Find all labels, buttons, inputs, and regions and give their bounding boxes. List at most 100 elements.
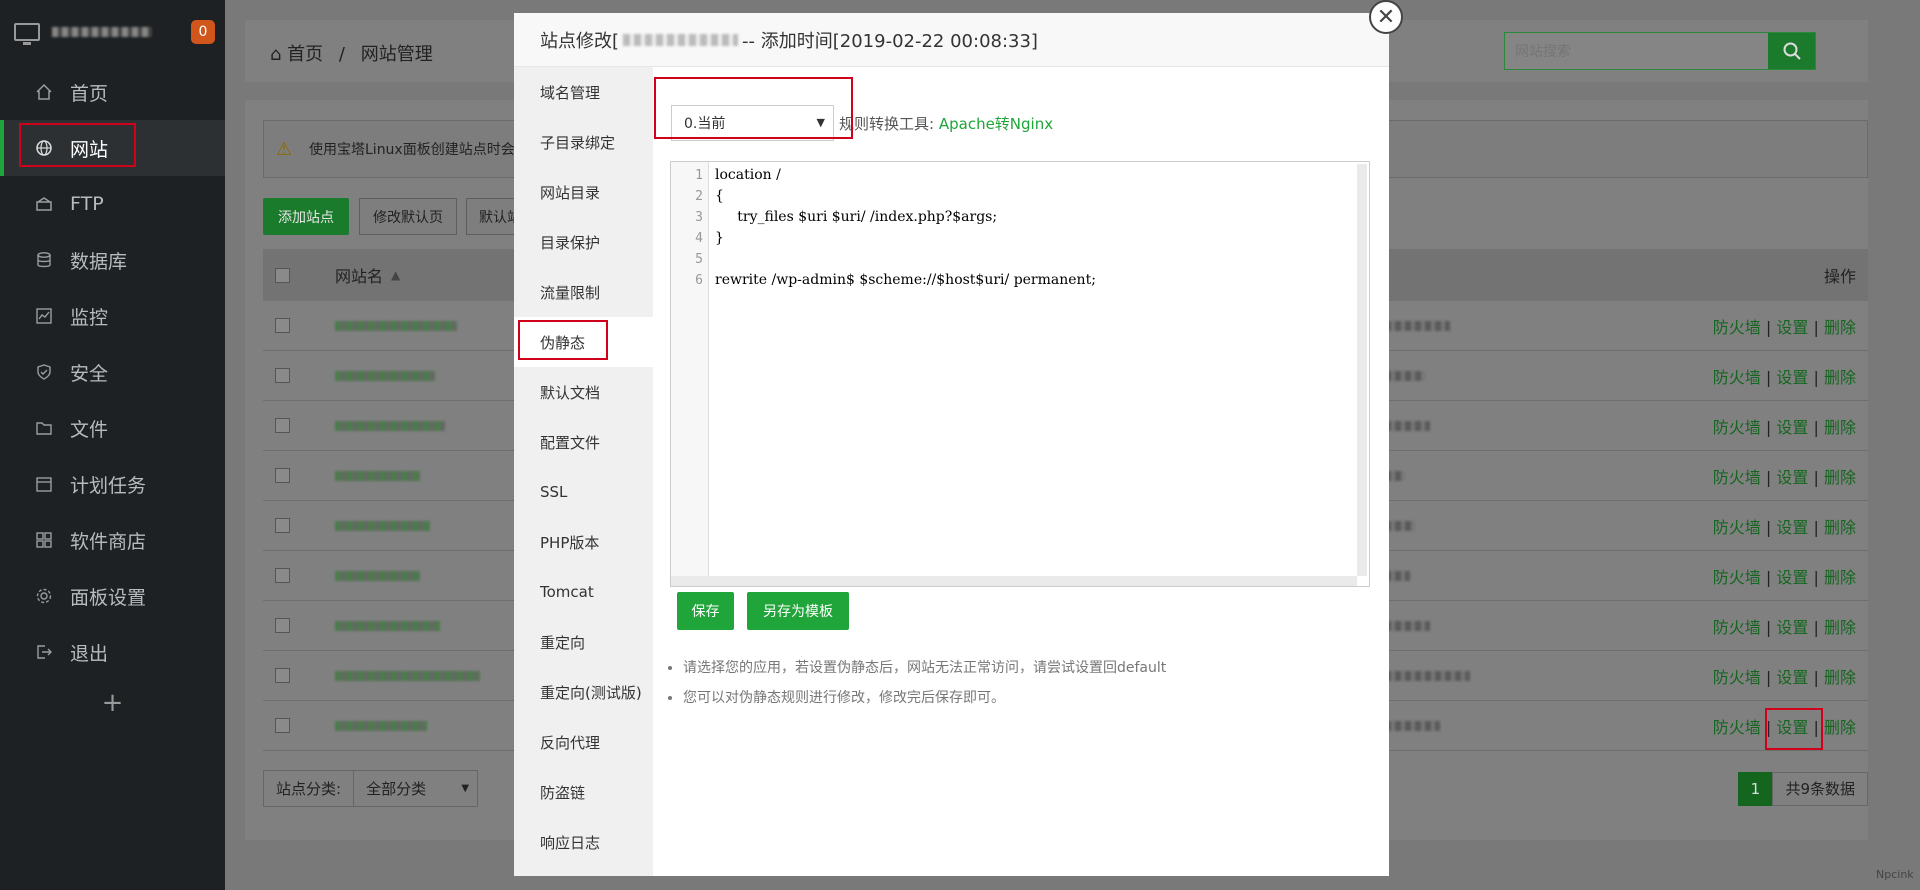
menu-php-version[interactable]: PHP版本 [514, 517, 653, 567]
delete-link[interactable]: 删除 [1824, 568, 1856, 587]
settings-link[interactable]: 设置 [1776, 318, 1808, 337]
save-as-template-button[interactable]: 另存为模板 [747, 592, 849, 630]
site-info-blurred [1385, 370, 1425, 381]
delete-link[interactable]: 删除 [1824, 318, 1856, 337]
row-checkbox[interactable] [275, 518, 290, 533]
firewall-link[interactable]: 防火墙 [1713, 668, 1761, 687]
row-checkbox[interactable] [275, 418, 290, 433]
site-name-blurred[interactable] [335, 520, 430, 531]
code-line: 6 rewrite /wp-admin$ $scheme://$host$uri/… [671, 270, 1369, 291]
firewall-link[interactable]: 防火墙 [1713, 368, 1761, 387]
code-line: 1 location / [671, 165, 1369, 186]
site-name-blurred[interactable] [335, 670, 480, 681]
delete-link[interactable]: 删除 [1824, 418, 1856, 437]
add-shortcut-button[interactable]: + [0, 688, 225, 718]
firewall-link[interactable]: 防火墙 [1713, 618, 1761, 637]
row-checkbox[interactable] [275, 368, 290, 383]
code-line: 2{ [671, 186, 1369, 207]
add-site-button[interactable]: 添加站点 [263, 198, 349, 235]
menu-redirect-beta[interactable]: 重定向(测试版) [514, 667, 653, 717]
ops-separator: | [1813, 667, 1819, 687]
select-all-checkbox[interactable] [275, 267, 290, 283]
firewall-link[interactable]: 防火墙 [1713, 468, 1761, 487]
search-input[interactable] [1505, 33, 1768, 69]
sidebar-item-home[interactable]: 首页 [0, 64, 225, 120]
menu-tomcat[interactable]: Tomcat [514, 567, 653, 617]
menu-reverse-proxy[interactable]: 反向代理 [514, 717, 653, 767]
settings-link[interactable]: 设置 [1776, 518, 1808, 537]
menu-subdir-binding[interactable]: 子目录绑定 [514, 117, 653, 167]
sidebar-item-files[interactable]: 文件 [0, 400, 225, 456]
site-name-blurred[interactable] [335, 420, 445, 431]
site-info-blurred [1385, 620, 1430, 631]
sidebar-item-cron[interactable]: 计划任务 [0, 456, 225, 512]
sidebar-item-security[interactable]: 安全 [0, 344, 225, 400]
settings-link[interactable]: 设置 [1776, 368, 1808, 387]
settings-link[interactable]: 设置 [1776, 618, 1808, 637]
row-operations: 防火墙 | 设置 | 删除 [1713, 314, 1856, 338]
menu-response-log[interactable]: 响应日志 [514, 817, 653, 867]
row-checkbox[interactable] [275, 618, 290, 633]
settings-link[interactable]: 设置 [1776, 418, 1808, 437]
firewall-link[interactable]: 防火墙 [1713, 718, 1761, 737]
site-name-blurred[interactable] [335, 620, 440, 631]
site-name-blurred[interactable] [335, 570, 420, 581]
firewall-link[interactable]: 防火墙 [1713, 418, 1761, 437]
search-button[interactable] [1768, 33, 1815, 69]
row-operations: 防火墙 | 设置 | 删除 [1713, 464, 1856, 488]
ops-separator: | [1765, 417, 1772, 437]
rule-label: 规则转换工具: [839, 115, 935, 133]
delete-link[interactable]: 删除 [1824, 618, 1856, 637]
row-checkbox[interactable] [275, 468, 290, 483]
horizontal-scrollbar[interactable] [671, 576, 1357, 586]
row-operations: 防火墙 | 设置 | 删除 [1713, 614, 1856, 638]
menu-default-doc[interactable]: 默认文档 [514, 367, 653, 417]
menu-redirect[interactable]: 重定向 [514, 617, 653, 667]
close-icon[interactable]: ✕ [1369, 0, 1403, 34]
breadcrumb-home[interactable]: 首页 [287, 44, 323, 65]
sidebar-item-ftp[interactable]: FTP [0, 176, 225, 232]
delete-link[interactable]: 删除 [1824, 718, 1856, 737]
modify-default-page-button[interactable]: 修改默认页 [359, 198, 457, 235]
apache-to-nginx-link[interactable]: Apache转Nginx [939, 115, 1053, 133]
category-select[interactable]: 全部分类 ▼ [353, 770, 479, 807]
menu-dir-protection[interactable]: 目录保护 [514, 217, 653, 267]
menu-traffic-limit[interactable]: 流量限制 [514, 267, 653, 317]
row-checkbox[interactable] [275, 668, 290, 683]
col-site-name[interactable]: 网站名 [335, 263, 383, 287]
site-name-blurred[interactable] [335, 320, 457, 331]
delete-link[interactable]: 删除 [1824, 468, 1856, 487]
menu-ssl[interactable]: SSL [514, 467, 653, 517]
sidebar-item-logout[interactable]: 退出 [0, 624, 225, 680]
settings-link[interactable]: 设置 [1776, 468, 1808, 487]
firewall-link[interactable]: 防火墙 [1713, 568, 1761, 587]
delete-link[interactable]: 删除 [1824, 668, 1856, 687]
menu-config-file[interactable]: 配置文件 [514, 417, 653, 467]
notification-badge[interactable]: 0 [191, 20, 215, 44]
vertical-scrollbar[interactable] [1357, 164, 1367, 576]
ops-separator: | [1813, 367, 1819, 387]
sort-asc-icon[interactable]: ▲ [391, 268, 400, 282]
row-checkbox[interactable] [275, 718, 290, 733]
menu-hotlink-protection[interactable]: 防盗链 [514, 767, 653, 817]
sidebar-item-store[interactable]: 软件商店 [0, 512, 225, 568]
row-checkbox[interactable] [275, 318, 290, 333]
sidebar-item-database[interactable]: 数据库 [0, 232, 225, 288]
site-name-blurred[interactable] [335, 470, 420, 481]
page-current[interactable]: 1 [1738, 771, 1773, 806]
firewall-link[interactable]: 防火墙 [1713, 318, 1761, 337]
save-button[interactable]: 保存 [677, 592, 734, 630]
site-name-blurred[interactable] [335, 720, 427, 731]
sidebar-item-panel-settings[interactable]: 面板设置 [0, 568, 225, 624]
settings-link[interactable]: 设置 [1776, 568, 1808, 587]
delete-link[interactable]: 删除 [1824, 368, 1856, 387]
settings-link[interactable]: 设置 [1776, 668, 1808, 687]
site-name-blurred[interactable] [335, 370, 435, 381]
delete-link[interactable]: 删除 [1824, 518, 1856, 537]
row-checkbox[interactable] [275, 568, 290, 583]
sidebar-item-monitor[interactable]: 监控 [0, 288, 225, 344]
firewall-link[interactable]: 防火墙 [1713, 518, 1761, 537]
rewrite-code-editor[interactable]: 1 location / 2{ 3 try_files $uri $uri/ /i… [670, 161, 1370, 587]
menu-domain[interactable]: 域名管理 [514, 67, 653, 117]
menu-site-directory[interactable]: 网站目录 [514, 167, 653, 217]
